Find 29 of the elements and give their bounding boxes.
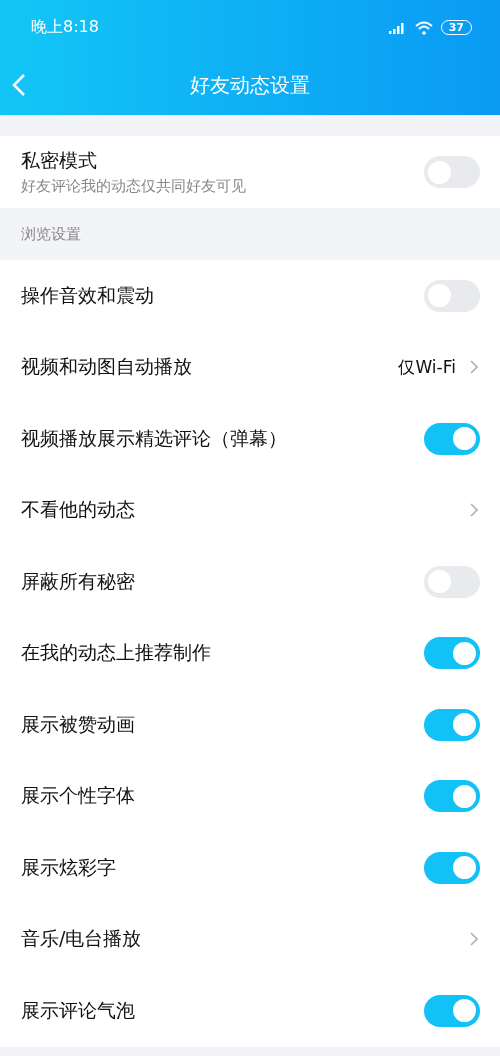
chevron-right-icon[interactable] <box>470 360 478 375</box>
setting-value: 仅Wi-Fi <box>398 355 456 379</box>
status-time: 晚上8:18 <box>31 17 99 38</box>
setting-label: 展示评论气泡 <box>21 997 135 1023</box>
setting-label: 操作音效和震动 <box>21 282 154 308</box>
toggle-switch[interactable] <box>424 422 480 455</box>
setting-label: 视频播放展示精选评论（弹幕） <box>21 425 287 451</box>
setting-label: 在我的动态上推荐制作 <box>21 640 211 666</box>
toggle-switch[interactable] <box>424 708 480 741</box>
toggle-switch[interactable] <box>424 851 480 884</box>
back-icon[interactable] <box>12 73 26 97</box>
setting-label: 私密模式 <box>21 148 98 173</box>
wifi-icon <box>414 20 433 35</box>
signal-icon <box>388 21 407 34</box>
toggle-switch[interactable] <box>424 780 480 813</box>
toggle-switch[interactable] <box>424 994 480 1027</box>
page-title: 好友动态设置 <box>190 71 310 99</box>
setting-description: 好友评论我的动态仅共同好友可见 <box>21 177 246 196</box>
setting-label: 不看他的动态 <box>21 497 135 523</box>
setting-label: 展示炫彩字 <box>21 854 116 880</box>
chevron-right-icon[interactable] <box>470 503 478 518</box>
toggle-switch[interactable] <box>424 637 480 670</box>
setting-label: 屏蔽所有秘密 <box>21 568 135 594</box>
section-title: 浏览设置 <box>21 224 81 244</box>
setting-label: 展示被赞动画 <box>21 711 135 737</box>
setting-label: 音乐/电台播放 <box>21 926 142 952</box>
setting-label: 展示个性字体 <box>21 783 135 809</box>
setting-label: 视频和动图自动播放 <box>21 354 192 380</box>
chevron-right-icon[interactable] <box>470 932 478 947</box>
